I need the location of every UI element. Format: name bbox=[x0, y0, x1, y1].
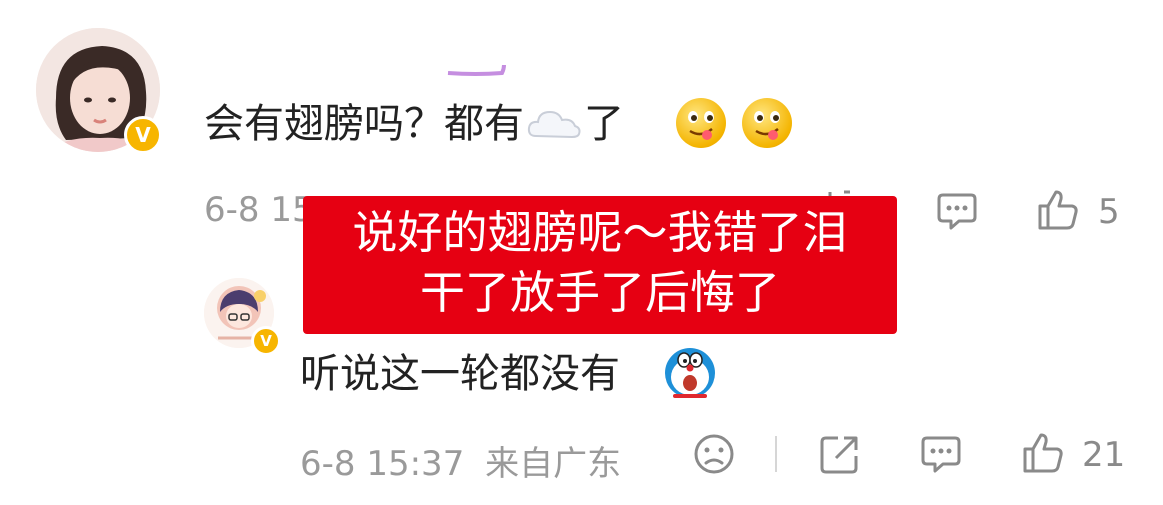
yum-face-emoji bbox=[742, 98, 792, 148]
comment-time: 6-8 15 bbox=[204, 190, 314, 230]
doraemon-emoji bbox=[663, 346, 717, 404]
divider bbox=[775, 436, 777, 472]
caption-line-2: 干了放手了后悔了 bbox=[419, 266, 780, 319]
cloud-emoji bbox=[526, 104, 582, 144]
decorative-purple-stroke bbox=[446, 62, 506, 76]
yum-face-emoji bbox=[676, 98, 726, 148]
comment-text-before: 会有翅膀吗？都有 bbox=[204, 101, 524, 147]
comment-time-value: 6-8 15:37 bbox=[300, 444, 465, 484]
caption-line-1: 说好的翅膀呢～我错了泪 bbox=[352, 206, 848, 259]
share-icon[interactable] bbox=[818, 432, 862, 476]
like-icon[interactable] bbox=[1021, 431, 1065, 475]
comment-location: 来自广东 bbox=[485, 444, 622, 484]
verified-badge: V bbox=[124, 116, 162, 154]
comment-text-body: 听说这一轮都没有 bbox=[300, 351, 620, 397]
comment-text-after: 了 bbox=[584, 101, 624, 147]
sad-face-icon[interactable] bbox=[692, 432, 736, 476]
like-count: 21 bbox=[1082, 435, 1126, 475]
verified-badge: V bbox=[251, 326, 281, 356]
comment-text: 会有翅膀吗？都有 了 bbox=[204, 100, 624, 148]
comment-icon[interactable] bbox=[919, 432, 963, 476]
like-count: 5 bbox=[1098, 192, 1120, 232]
comment-text: 听说这一轮都没有 bbox=[300, 350, 620, 398]
caption-overlay: 说好的翅膀呢～我错了泪 干了放手了后悔了 bbox=[303, 196, 897, 334]
comment-icon[interactable] bbox=[935, 189, 979, 233]
comment-time: 6-8 15:37 来自广东 bbox=[300, 436, 621, 485]
like-icon[interactable] bbox=[1036, 188, 1080, 232]
